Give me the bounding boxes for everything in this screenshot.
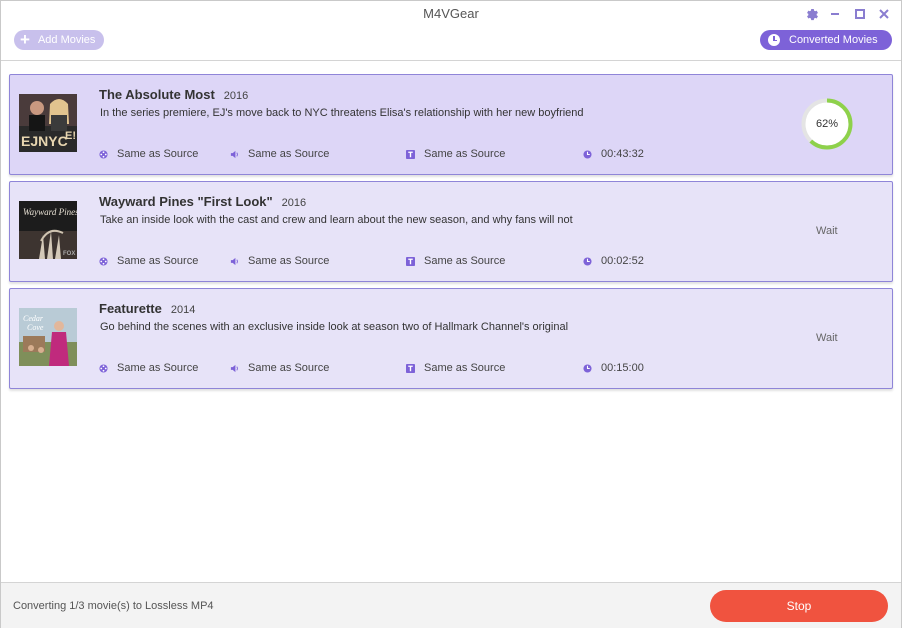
progress-percent: 62%: [815, 118, 839, 130]
clock-icon: [768, 34, 780, 46]
movie-description: In the series premiere, EJ's move back t…: [100, 107, 584, 119]
speaker-icon: [230, 150, 239, 159]
progress-ring: 62%: [800, 97, 854, 151]
speaker-icon: [230, 364, 239, 373]
clock-icon: [583, 149, 592, 159]
film-reel-icon: [99, 256, 108, 266]
conversion-status: Converting 1/3 movie(s) to Lossless MP4: [13, 600, 214, 612]
plus-icon: +: [20, 30, 30, 49]
duration: 00:15:00: [583, 362, 644, 374]
stop-button[interactable]: Stop: [710, 590, 888, 622]
audio-setting[interactable]: Same as Source: [230, 148, 329, 160]
movie-item[interactable]: Wayward Pines FOX Wayward Pines "First L…: [9, 181, 893, 282]
footer-bar: Converting 1/3 movie(s) to Lossless MP4 …: [1, 582, 901, 628]
app-title: M4VGear: [423, 6, 479, 21]
audio-setting[interactable]: Same as Source: [230, 362, 329, 374]
video-setting[interactable]: Same as Source: [99, 362, 198, 374]
svg-text:Wayward Pines: Wayward Pines: [23, 207, 77, 217]
add-movies-label: Add Movies: [37, 34, 96, 46]
film-reel-icon: [99, 363, 108, 373]
converted-movies-label: Converted Movies: [789, 34, 878, 46]
add-movies-button[interactable]: + Add Movies: [14, 30, 104, 50]
movie-item[interactable]: Cedar Cove Featurette 2014 Go behind the…: [9, 288, 893, 389]
subtitle-setting[interactable]: Same as Source: [406, 255, 505, 267]
app-window: M4VGear + Add Movies Converted Movies EJ…: [0, 0, 902, 628]
title-bar: M4VGear + Add Movies Converted Movies: [1, 1, 901, 61]
svg-text:E!: E!: [65, 130, 76, 142]
movie-title: Featurette: [99, 301, 162, 316]
subtitle-setting[interactable]: Same as Source: [406, 148, 505, 160]
movie-title: The Absolute Most: [99, 87, 215, 102]
subtitle-icon: [406, 363, 415, 373]
film-reel-icon: [99, 149, 108, 159]
svg-text:Cove: Cove: [27, 323, 44, 332]
subtitle-icon: [406, 149, 415, 159]
gear-icon[interactable]: [804, 6, 820, 22]
movie-item[interactable]: EJNYC E! The Absolute Most 2016 In the s…: [9, 74, 893, 175]
movie-list: EJNYC E! The Absolute Most 2016 In the s…: [9, 74, 893, 395]
clock-icon: [583, 363, 592, 373]
movie-title: Wayward Pines "First Look": [99, 194, 273, 209]
minimize-icon[interactable]: [827, 6, 843, 22]
svg-text:FOX: FOX: [63, 251, 75, 257]
video-setting[interactable]: Same as Source: [99, 148, 198, 160]
subtitle-setting[interactable]: Same as Source: [406, 362, 505, 374]
svg-text:EJNYC: EJNYC: [21, 133, 68, 149]
status-text: Wait: [816, 332, 838, 344]
movie-description: Go behind the scenes with an exclusive i…: [100, 321, 569, 333]
movie-thumbnail: EJNYC E!: [19, 94, 77, 152]
maximize-icon[interactable]: [852, 6, 868, 22]
speaker-icon: [230, 257, 239, 266]
movie-thumbnail: Cedar Cove: [19, 308, 77, 366]
converted-movies-button[interactable]: Converted Movies: [760, 30, 892, 50]
video-setting[interactable]: Same as Source: [99, 255, 198, 267]
clock-icon: [583, 256, 592, 266]
status-text: Wait: [816, 225, 838, 237]
duration: 00:43:32: [583, 148, 644, 160]
subtitle-icon: [406, 256, 415, 266]
close-icon[interactable]: [876, 6, 892, 22]
duration: 00:02:52: [583, 255, 644, 267]
movie-description: Take an inside look with the cast and cr…: [100, 214, 573, 226]
audio-setting[interactable]: Same as Source: [230, 255, 329, 267]
movie-thumbnail: Wayward Pines FOX: [19, 201, 77, 259]
movie-year: 2014: [170, 304, 196, 316]
svg-text:Cedar: Cedar: [23, 314, 44, 323]
movie-year: 2016: [281, 197, 307, 209]
movie-year: 2016: [223, 90, 249, 102]
